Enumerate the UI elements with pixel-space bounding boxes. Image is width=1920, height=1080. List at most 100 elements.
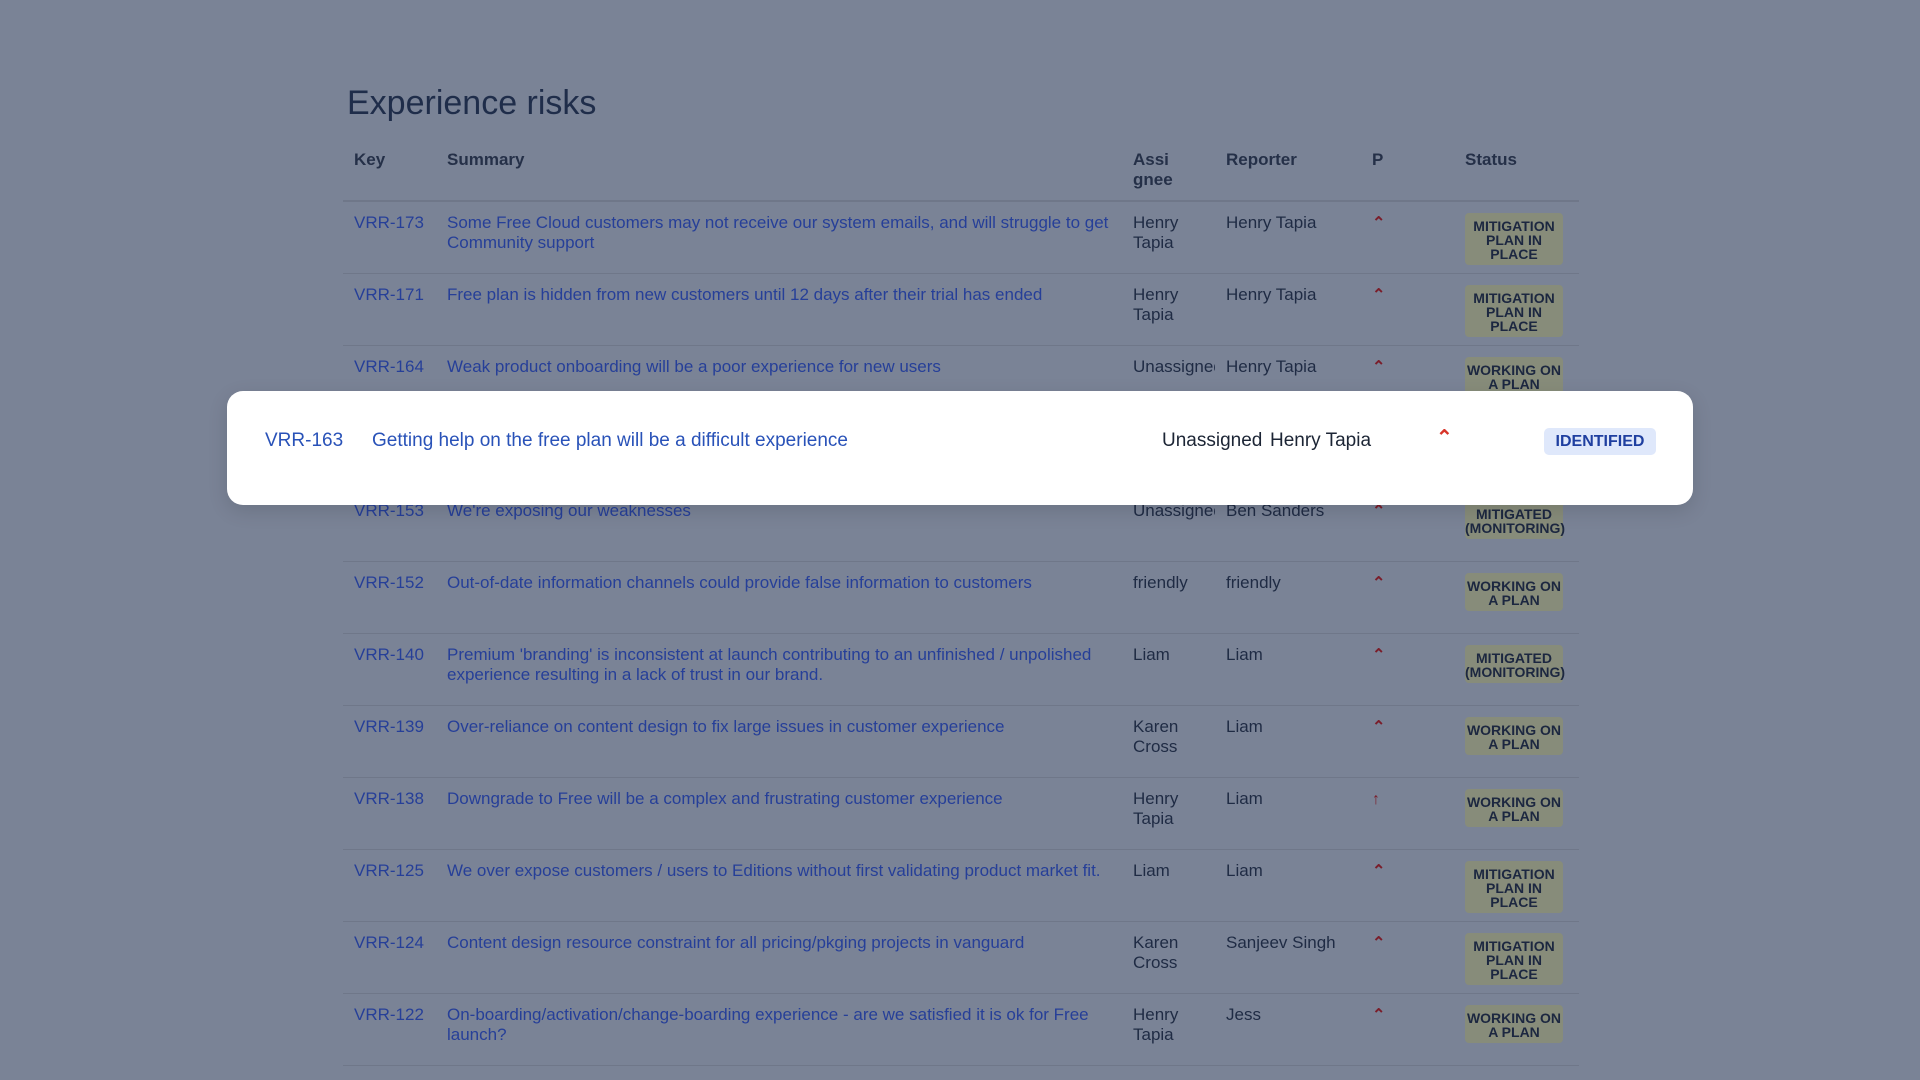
table-row[interactable]: VRR-171 Free plan is hidden from new cust… bbox=[343, 273, 1579, 346]
issue-summary-link[interactable]: Out-of-date information channels could p… bbox=[447, 573, 1032, 592]
assignee-cell: Unassigned bbox=[1133, 357, 1215, 376]
table-row[interactable]: VRR-173 Some Free Cloud customers may not… bbox=[343, 201, 1579, 274]
issue-summary-link[interactable]: On-boarding/activation/change-boarding e… bbox=[447, 1005, 1089, 1044]
table-cell: ⌃ bbox=[1361, 201, 1454, 274]
priority-highest-icon: ⌃ bbox=[1372, 359, 1386, 376]
status-badge: WORKING ON A PLAN bbox=[1465, 357, 1563, 395]
priority-highest-icon: ⌃ bbox=[1372, 287, 1386, 304]
table-cell: VRR-152 bbox=[343, 561, 436, 634]
issue-summary-link[interactable]: Content design resource constraint for a… bbox=[447, 933, 1024, 952]
issue-summary-link[interactable]: Over-reliance on content design to fix l… bbox=[447, 717, 1005, 736]
assignee-cell: friendly bbox=[1133, 573, 1188, 592]
issue-summary-link[interactable]: Getting help on the free plan will be a … bbox=[372, 429, 848, 452]
issue-summary-link[interactable]: Downgrade to Free will be a complex and … bbox=[447, 789, 1003, 808]
status-badge: MITIGATION PLAN IN PLACE bbox=[1465, 861, 1563, 913]
priority-highest-icon: ⌃ bbox=[1372, 503, 1386, 520]
table-cell: VRR-124 bbox=[343, 921, 436, 994]
assignee-cell: Liam bbox=[1133, 861, 1170, 880]
table-cell: Liam bbox=[1215, 777, 1361, 850]
table-cell: Sanjeev Singh bbox=[1215, 921, 1361, 994]
table-row[interactable]: VRR-139 Over-reliance on content design t… bbox=[343, 705, 1579, 778]
issue-key-link[interactable]: VRR-138 bbox=[354, 789, 424, 808]
issue-key-link[interactable]: VRR-139 bbox=[354, 717, 424, 736]
issue-summary-link[interactable]: We over expose customers / users to Edit… bbox=[447, 861, 1101, 880]
reporter-cell: Liam bbox=[1226, 717, 1263, 736]
reporter-cell: Liam bbox=[1226, 645, 1263, 664]
table-cell: Out-of-date information channels could p… bbox=[436, 561, 1122, 634]
risks-table: Key Summary Assi gnee Reporter P Status … bbox=[343, 140, 1579, 1066]
issue-key-link[interactable]: VRR-163 bbox=[265, 429, 343, 452]
table-cell: Karen Cross bbox=[1122, 921, 1215, 994]
reporter-cell: Henry Tapia bbox=[1226, 285, 1317, 304]
table-header-row: Key Summary Assi gnee Reporter P Status bbox=[343, 140, 1579, 202]
column-header-priority[interactable]: P bbox=[1361, 140, 1454, 202]
assignee-cell: Henry Tapia bbox=[1133, 213, 1179, 252]
reporter-cell: Jess bbox=[1226, 1005, 1261, 1024]
column-header-summary[interactable]: Summary bbox=[436, 140, 1122, 202]
reporter-cell: friendly bbox=[1226, 573, 1281, 592]
issue-summary-link[interactable]: Premium 'branding' is inconsistent at la… bbox=[447, 645, 1091, 684]
table-row[interactable]: VRR-122 On-boarding/activation/change-boa… bbox=[343, 993, 1579, 1066]
table-row[interactable]: VRR-138 Downgrade to Free will be a compl… bbox=[343, 777, 1579, 850]
priority-highest-icon: ⌃ bbox=[1436, 427, 1453, 449]
table-cell: VRR-140 bbox=[343, 633, 436, 706]
issue-summary-link[interactable]: Weak product onboarding will be a poor e… bbox=[447, 357, 941, 376]
issue-summary-link[interactable]: Free plan is hidden from new customers u… bbox=[447, 285, 1042, 304]
status-badge: MITIGATED (MONITORING) bbox=[1465, 501, 1565, 539]
status-badge: WORKING ON A PLAN bbox=[1465, 1005, 1563, 1043]
issue-key-link[interactable]: VRR-140 bbox=[354, 645, 424, 664]
reporter-cell: Sanjeev Singh bbox=[1226, 933, 1336, 952]
table-cell: Downgrade to Free will be a complex and … bbox=[436, 777, 1122, 850]
priority-highest-icon: ⌃ bbox=[1372, 647, 1386, 664]
issue-summary-link[interactable]: Some Free Cloud customers may not receiv… bbox=[447, 213, 1108, 252]
table-cell: ⌃ bbox=[1361, 705, 1454, 778]
table-cell: Jess bbox=[1215, 993, 1361, 1066]
reporter-cell: Henry Tapia bbox=[1270, 430, 1372, 451]
table-cell: ⌃ bbox=[1361, 561, 1454, 634]
table-cell: MITIGATION PLAN IN PLACE bbox=[1454, 921, 1579, 994]
table-cell: Liam bbox=[1215, 705, 1361, 778]
issue-key-link[interactable]: VRR-152 bbox=[354, 573, 424, 592]
highlighted-row[interactable]: VRR-163 Getting help on the free plan wi… bbox=[227, 391, 1693, 505]
priority-highest-icon: ⌃ bbox=[1372, 575, 1386, 592]
table-cell: ⌃ bbox=[1361, 921, 1454, 994]
table-cell: Premium 'branding' is inconsistent at la… bbox=[436, 633, 1122, 706]
table-cell: MITIGATION PLAN IN PLACE bbox=[1454, 849, 1579, 922]
table-cell: Some Free Cloud customers may not receiv… bbox=[436, 201, 1122, 274]
column-header-assignee[interactable]: Assi gnee bbox=[1122, 140, 1215, 202]
issue-key-link[interactable]: VRR-171 bbox=[354, 285, 424, 304]
status-badge: MITIGATION PLAN IN PLACE bbox=[1465, 285, 1563, 337]
table-cell: VRR-171 bbox=[343, 273, 436, 346]
column-header-key[interactable]: Key bbox=[343, 140, 436, 202]
assignee-cell: Henry Tapia bbox=[1133, 285, 1179, 324]
table-cell: Henry Tapia bbox=[1122, 273, 1215, 346]
issue-key-link[interactable]: VRR-124 bbox=[354, 933, 424, 952]
issue-key-link[interactable]: VRR-122 bbox=[354, 1005, 424, 1024]
reporter-cell: Liam bbox=[1226, 789, 1263, 808]
table-cell: Henry Tapia bbox=[1122, 201, 1215, 274]
issue-key-link[interactable]: VRR-173 bbox=[354, 213, 424, 232]
assignee-cell: Henry Tapia bbox=[1133, 789, 1179, 828]
issue-key-link[interactable]: VRR-125 bbox=[354, 861, 424, 880]
table-cell: Over-reliance on content design to fix l… bbox=[436, 705, 1122, 778]
priority-high-icon: ↑ bbox=[1372, 791, 1380, 808]
column-header-reporter[interactable]: Reporter bbox=[1215, 140, 1361, 202]
table-cell: Henry Tapia bbox=[1215, 273, 1361, 346]
table-cell: ⌃ bbox=[1361, 849, 1454, 922]
table-cell: friendly bbox=[1122, 561, 1215, 634]
table-cell: ⌃ bbox=[1361, 993, 1454, 1066]
table-row[interactable]: VRR-152 Out-of-date information channels … bbox=[343, 561, 1579, 634]
status-badge: IDENTIFIED bbox=[1544, 428, 1656, 455]
table-cell: Liam bbox=[1122, 633, 1215, 706]
table-cell: WORKING ON A PLAN bbox=[1454, 993, 1579, 1066]
reporter-cell: Liam bbox=[1226, 861, 1263, 880]
status-badge: MITIGATION PLAN IN PLACE bbox=[1465, 933, 1563, 985]
table-cell: WORKING ON A PLAN bbox=[1454, 777, 1579, 850]
issue-key-link[interactable]: VRR-164 bbox=[354, 357, 424, 376]
priority-highest-icon: ⌃ bbox=[1372, 935, 1386, 952]
table-row[interactable]: VRR-124 Content design resource constrain… bbox=[343, 921, 1579, 994]
column-header-status[interactable]: Status bbox=[1454, 140, 1579, 202]
table-row[interactable]: VRR-125 We over expose customers / users … bbox=[343, 849, 1579, 922]
table-row[interactable]: VRR-140 Premium 'branding' is inconsisten… bbox=[343, 633, 1579, 706]
table-cell: VRR-125 bbox=[343, 849, 436, 922]
